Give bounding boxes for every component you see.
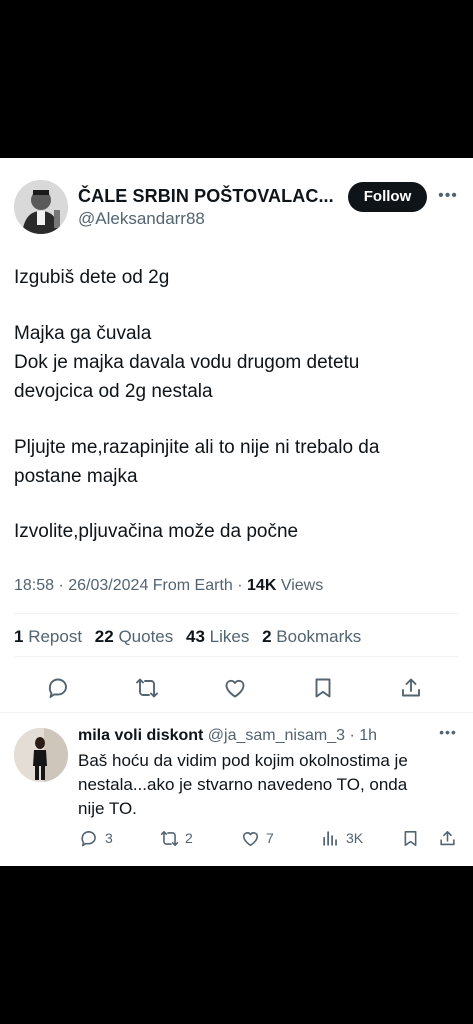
likes-stat[interactable]: 43 Likes xyxy=(186,627,249,646)
reply-views-count: 3K xyxy=(346,830,364,846)
reply-author-avatar[interactable] xyxy=(14,728,68,782)
reply-repost-button[interactable]: 2 xyxy=(160,828,193,848)
more-options-icon[interactable]: ••• xyxy=(437,182,459,212)
share-icon xyxy=(440,830,455,845)
repost-icon xyxy=(160,830,179,846)
follow-button[interactable]: Follow xyxy=(348,182,427,212)
screen: ČALE SRBIN POŠTOVALAC... @Aleksandarr88 … xyxy=(0,0,473,1024)
reply-share-button[interactable] xyxy=(438,828,463,848)
divider xyxy=(14,656,459,657)
reply-text: Baš hoću da vidim pod kojim okolnostima … xyxy=(78,749,408,821)
tweet-text-line: Dok je majka davala vodu drugom detetu xyxy=(14,352,360,373)
tweet-text-line: Pljujte me,razapinjite ali to nije ni tr… xyxy=(14,437,380,458)
tweet-text-line: Izgubiš dete od 2g xyxy=(14,267,170,288)
views-icon xyxy=(323,830,337,846)
author-handle[interactable]: @Aleksandarr88 xyxy=(78,209,205,229)
reply-author-handle[interactable]: @ja_sam_nisam_3 · 1h xyxy=(203,727,377,744)
bookmarks-stat[interactable]: 2 Bookmarks xyxy=(262,627,361,646)
tweet-text-line: Majka ga čuvala xyxy=(14,323,152,344)
author-avatar-image xyxy=(14,180,68,234)
reply-bookmark-button[interactable] xyxy=(401,828,426,848)
reply-author-name[interactable]: mila voli diskont xyxy=(78,727,203,744)
reposts-stat[interactable]: 1 Repost xyxy=(14,627,82,646)
views-label: Views xyxy=(276,577,324,594)
quotes-stat[interactable]: 22 Quotes xyxy=(95,627,173,646)
reply-replies-count: 3 xyxy=(105,830,113,846)
reply-more-options-icon[interactable]: ••• xyxy=(437,724,459,744)
reply-likes-count: 7 xyxy=(266,830,274,846)
tweet-text-line: Izvolite,pljuvačina može da počne xyxy=(14,521,299,542)
repost-icon[interactable] xyxy=(133,674,161,702)
views-count: 14K xyxy=(247,577,277,594)
reply-avatar-image xyxy=(14,728,68,782)
tweet-timestamp[interactable]: 18:58 · 26/03/2024 From Earth · xyxy=(14,577,247,594)
divider xyxy=(14,613,459,614)
reply-replies-button[interactable]: 3 xyxy=(80,828,113,848)
tweet-text-line: postane majka xyxy=(14,466,138,487)
reply-header: mila voli diskont @ja_sam_nisam_3 · 1h xyxy=(78,727,377,745)
bookmark-icon[interactable] xyxy=(309,674,337,702)
reply-views-button[interactable]: 3K xyxy=(321,828,363,848)
like-icon[interactable] xyxy=(221,674,249,702)
section-separator xyxy=(0,712,473,713)
bookmark-icon xyxy=(404,830,417,846)
reply-icon xyxy=(81,830,96,846)
reply-icon[interactable] xyxy=(45,674,73,702)
like-icon xyxy=(242,831,259,846)
reply-like-button[interactable]: 7 xyxy=(241,828,274,848)
tweet-meta: 18:58 · 26/03/2024 From Earth · 14K View… xyxy=(14,577,323,595)
author-name[interactable]: ČALE SRBIN POŠTOVALAC... xyxy=(78,186,334,207)
tweet-card: ČALE SRBIN POŠTOVALAC... @Aleksandarr88 … xyxy=(0,158,473,866)
reply-text-line: nije TO. xyxy=(78,799,137,818)
tweet-text-line: devojcica od 2g nestala xyxy=(14,381,213,402)
reply-text-line: Baš hoću da vidim pod kojim okolnostima … xyxy=(78,751,408,770)
reply-text-line: nestala...ako je stvarno navedeno TO, on… xyxy=(78,775,408,794)
engagement-stats: 1 Repost 22 Quotes 43 Likes 2 Bookmarks xyxy=(14,627,361,647)
reply-reposts-count: 2 xyxy=(185,830,193,846)
author-avatar[interactable] xyxy=(14,180,68,234)
share-icon[interactable] xyxy=(397,674,425,702)
